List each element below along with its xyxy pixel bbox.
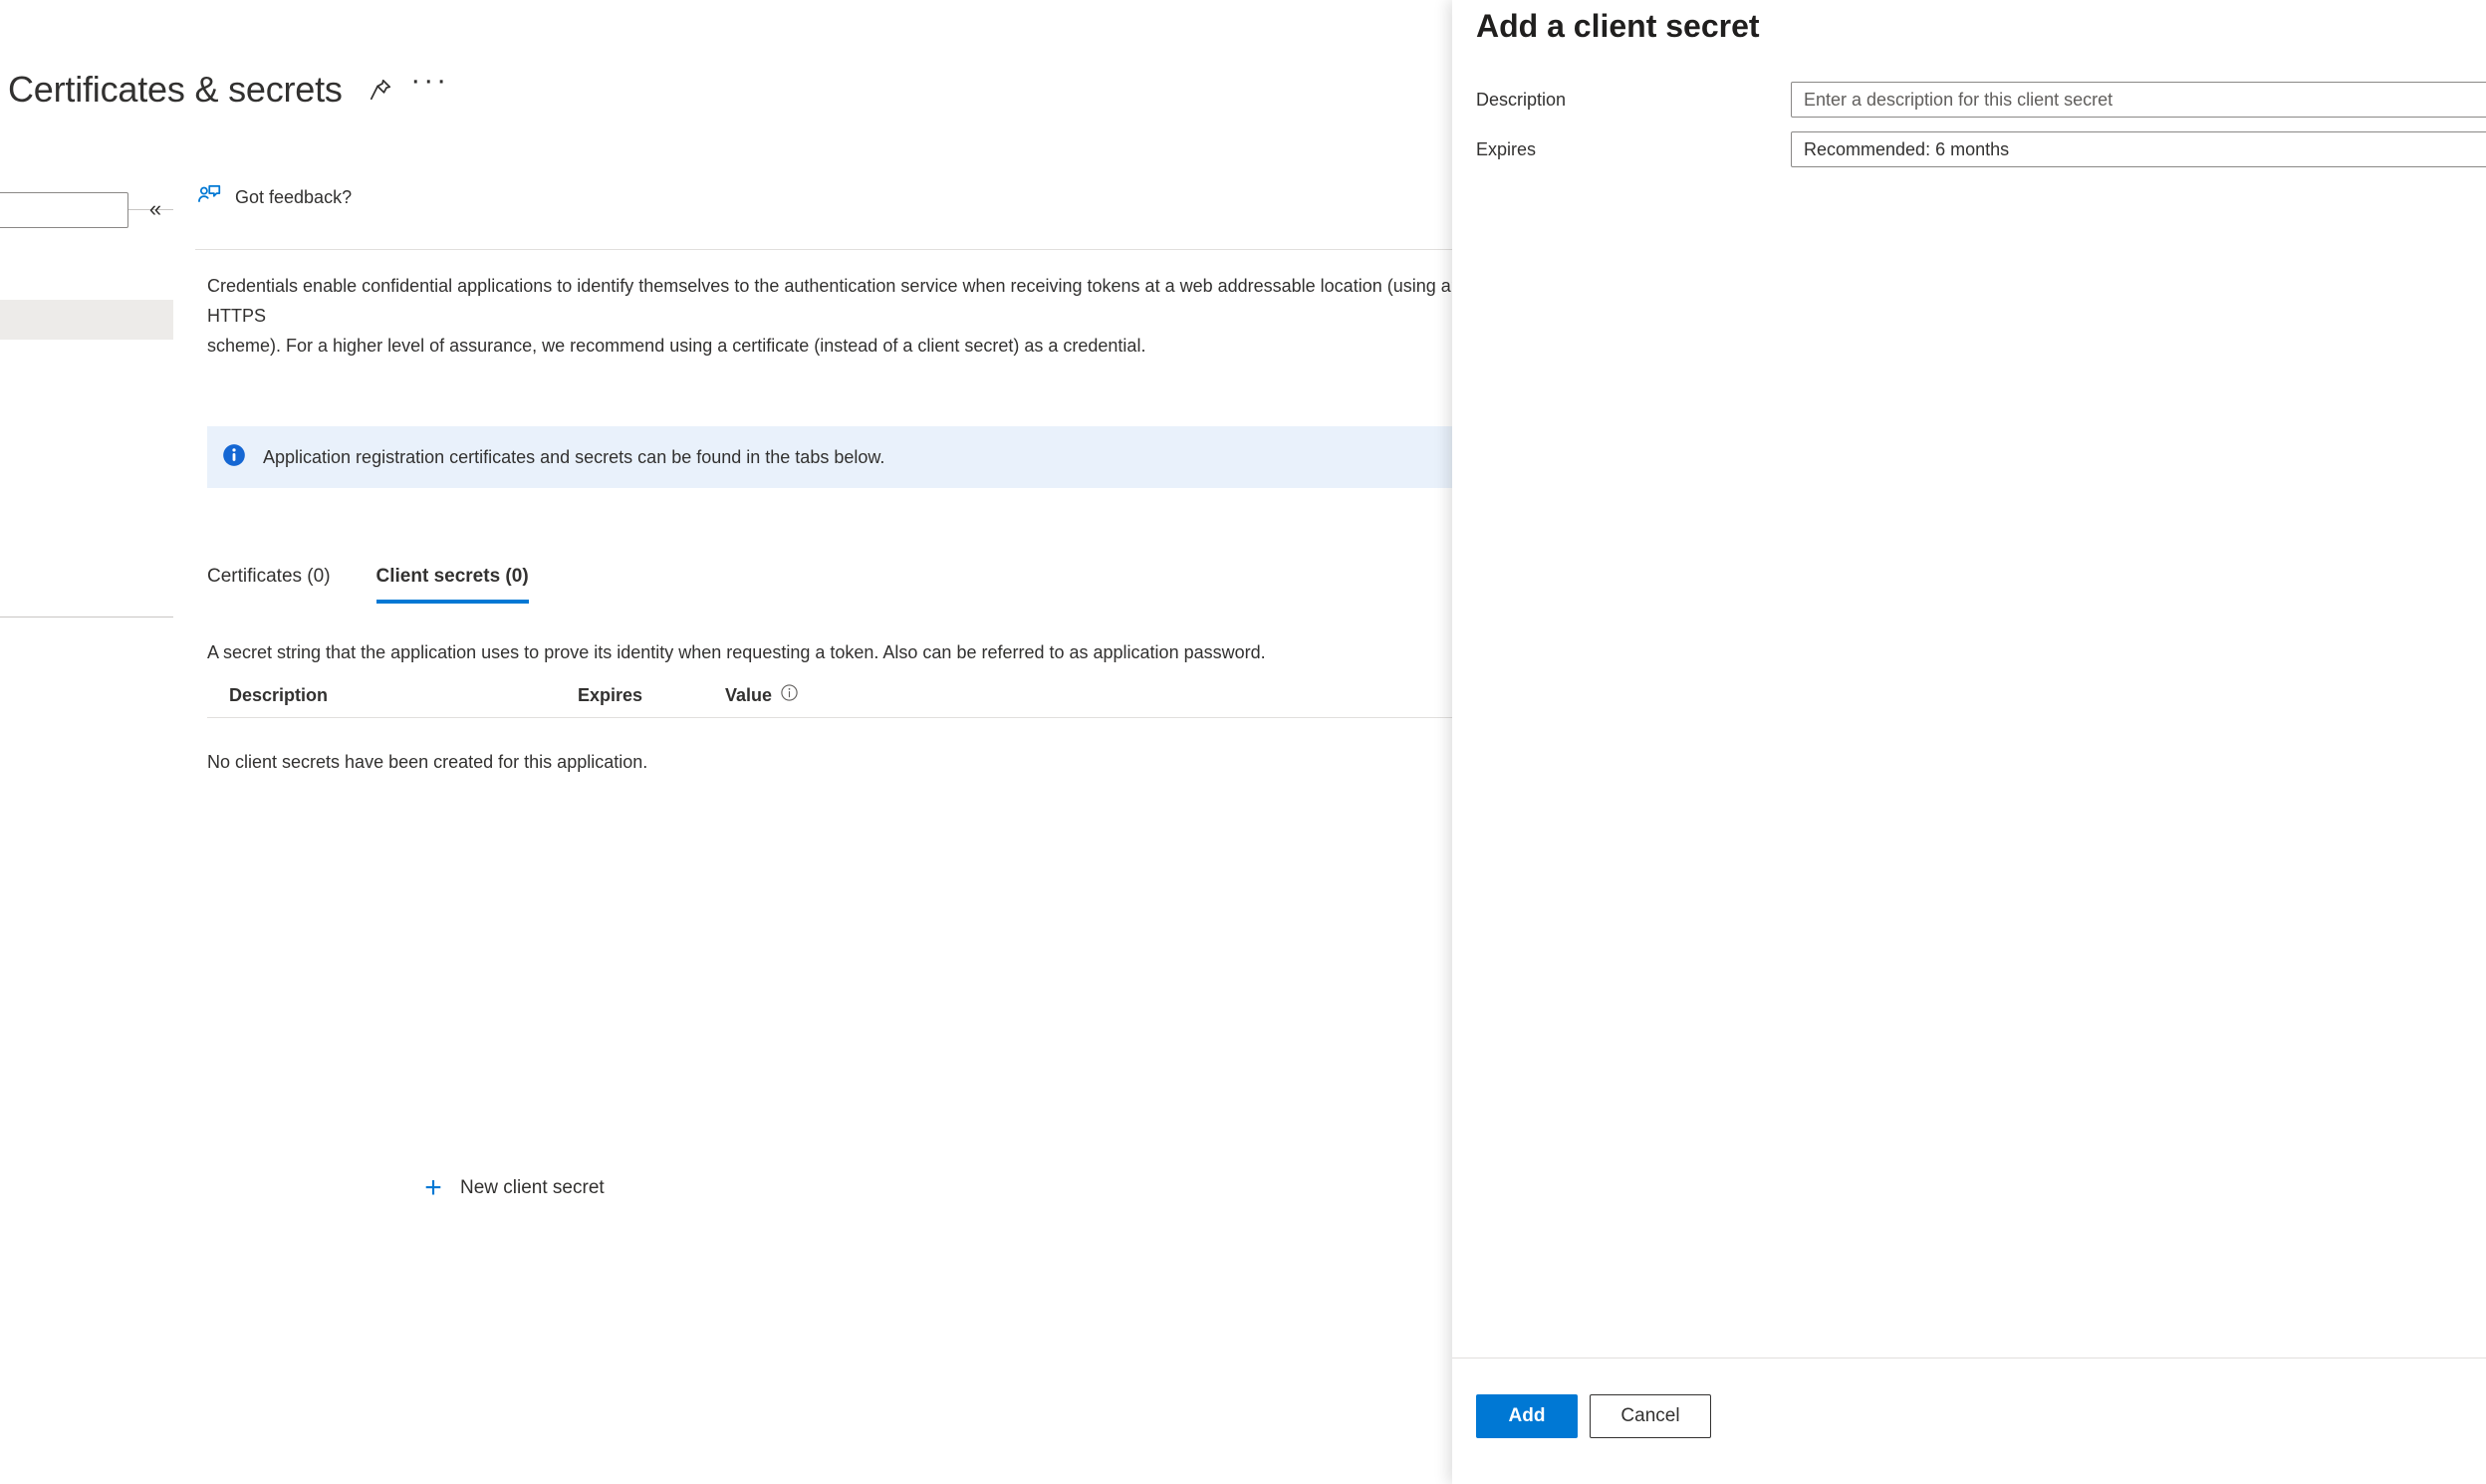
sidebar-item-monitoring[interactable]: Monitoring [0, 627, 173, 667]
column-header-expires: Expires [578, 684, 643, 705]
tab-client-secrets[interactable]: Client secrets (0) [375, 566, 529, 604]
info-message-text: Application registration certificates an… [263, 446, 885, 467]
panel-title: Add a client secret [1476, 8, 1760, 44]
plus-icon: + [424, 1171, 442, 1204]
column-header-value: Value [725, 683, 799, 707]
got-feedback-button[interactable]: Got feedback? [195, 177, 352, 217]
info-circle-icon [221, 442, 247, 473]
expires-selected-value: Recommended: 6 months [1804, 138, 2010, 159]
sidebar-nav: Integration assistant Properties Authent… [0, 159, 173, 1484]
expires-label: Expires [1476, 138, 1537, 159]
expires-field-row: Expires Recommended: 6 months [1476, 131, 2486, 167]
add-button[interactable]: Add [1476, 1394, 1578, 1438]
expires-select[interactable]: Recommended: 6 months [1791, 131, 2486, 167]
new-client-secret-button[interactable]: + New client secret [418, 1168, 605, 1208]
sidebar-section-troubleshooting: Troubleshooting [0, 567, 173, 607]
page-header: Certificates & secrets ··· [0, 62, 896, 118]
page-title: Certificates & secrets [8, 69, 343, 110]
tab-list: Certificates (0) Client secrets (0) [207, 546, 575, 604]
azure-portal-screen: Certificates & secrets ··· Integration a… [0, 0, 2486, 1484]
info-outline-icon[interactable] [780, 683, 799, 707]
sidebar-item-token-configuration[interactable]: Token configuration [0, 340, 173, 379]
feedback-person-icon [195, 181, 223, 214]
intro-line-2: scheme). For a higher level of assurance… [207, 336, 1146, 356]
sidebar-item-api-permissions[interactable]: API permissions [0, 379, 173, 419]
search-input[interactable] [0, 192, 128, 228]
panel-footer: Add Cancel [1476, 1394, 1711, 1438]
sidebar-item-certificates-and-secrets[interactable]: Certificates & secrets [0, 300, 173, 340]
new-client-secret-label: New client secret [460, 1177, 605, 1198]
column-header-description: Description [229, 684, 329, 705]
sidebar-divider [0, 617, 173, 618]
intro-paragraph: Credentials enable confidential applicat… [207, 271, 1492, 361]
pin-icon[interactable] [359, 68, 402, 112]
table-header-row: Description Expires Value [207, 673, 1492, 718]
sidebar-item-authentication[interactable]: Authentication [0, 260, 173, 300]
column-header-value-label: Value [725, 684, 773, 705]
ellipsis-icon[interactable]: ··· [408, 59, 452, 121]
table-empty-message: No client secrets have been created for … [207, 752, 648, 772]
intro-line-1: Credentials enable confidential applicat… [207, 276, 1461, 326]
description-input[interactable] [1791, 82, 2486, 118]
panel-footer-divider [1452, 1358, 2486, 1359]
got-feedback-label: Got feedback? [235, 186, 353, 207]
tab-certificates[interactable]: Certificates (0) [207, 566, 331, 604]
command-bar-divider [195, 249, 1452, 250]
info-message-bar: Application registration certificates an… [207, 426, 1492, 488]
add-client-secret-panel: Add a client secret Description Expires … [1452, 0, 2486, 1484]
tab-description: A secret string that the application use… [207, 642, 1266, 662]
description-field-row: Description [1476, 82, 2486, 118]
sidebar-item-new-support-request[interactable]: New support request [0, 667, 173, 707]
description-label: Description [1476, 89, 1567, 110]
collapse-sidebar-button[interactable]: « [141, 195, 169, 223]
cancel-button[interactable]: Cancel [1590, 1394, 1711, 1438]
client-secrets-table: + New client secret Description Expires … [207, 673, 1492, 1203]
